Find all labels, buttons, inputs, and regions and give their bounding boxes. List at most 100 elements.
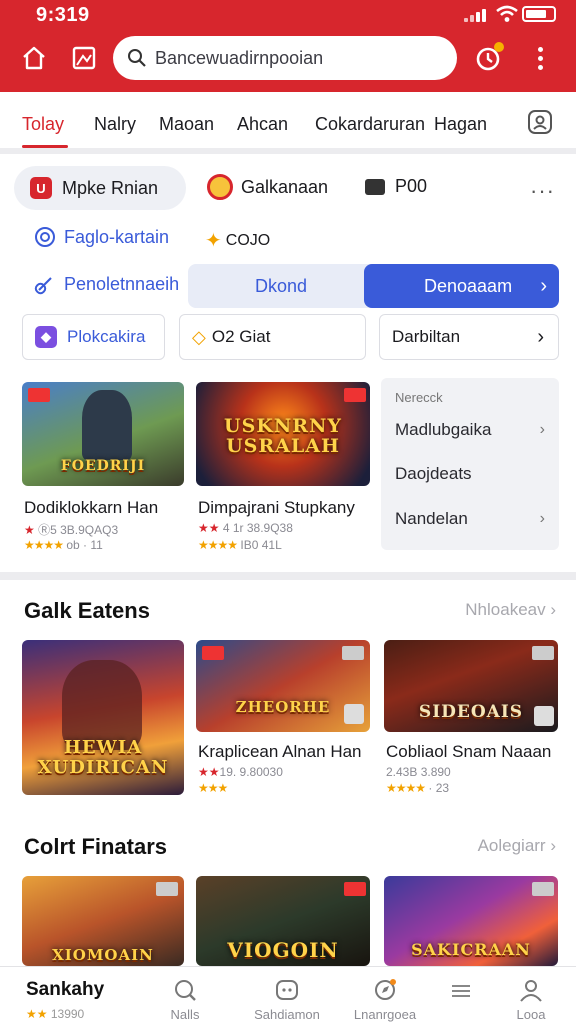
search-icon xyxy=(175,980,196,1001)
section-2-art-1: XIOMOAIN xyxy=(52,946,154,964)
quick-button-1[interactable]: ◆ Plokcakira xyxy=(22,314,165,360)
bottom-partial-rating: ★★ 13990 xyxy=(26,1007,85,1021)
coin-balance[interactable]: ✦ COJO xyxy=(205,228,270,253)
section-1-title-3[interactable]: Cobliaol Snam Naaan xyxy=(386,742,551,762)
section-1-thumb-1[interactable]: HEWIA XUDIRICAN xyxy=(22,640,184,795)
featured-thumb-2[interactable]: USKNRNY USRALAH xyxy=(196,382,370,486)
side-panel-item-1[interactable]: Madlubgaika xyxy=(395,420,491,440)
compass-icon xyxy=(375,979,396,1000)
more-menu-button[interactable] xyxy=(522,40,558,76)
home-button[interactable] xyxy=(16,40,52,76)
scan-button[interactable] xyxy=(526,108,554,141)
battery-icon xyxy=(522,6,556,22)
segment-left[interactable]: Dkond xyxy=(188,264,374,308)
quick-link-2-label: Penoletnnaeih xyxy=(64,273,180,294)
nav-item-5[interactable]: Looa xyxy=(476,967,576,1024)
section-1-thumb-3[interactable]: SIDEOAIS xyxy=(384,640,558,732)
tab-5[interactable]: Hagan xyxy=(434,114,487,135)
quick-chip-2-label: Galkanaan xyxy=(241,176,329,197)
section-2-thumb-2[interactable]: VIOGOIN xyxy=(196,876,370,966)
side-panel-item-2[interactable]: Daojdeats xyxy=(395,464,472,484)
top-bar: 9:319 Bancewuadirnpooian xyxy=(0,0,576,92)
featured-title-1[interactable]: Dodiklokkarn Han xyxy=(24,498,158,518)
featured-art-2: USKNRNY USRALAH xyxy=(224,415,342,457)
quick-link-1-label: Faglo-kartain xyxy=(64,226,170,247)
side-panel: Nerecck Madlubgaika › Daojdeats Nandelan… xyxy=(381,378,559,550)
section-1-more-link[interactable]: Nhloakeav › xyxy=(465,600,556,620)
section-2-more-label: Aolegiarr xyxy=(477,836,546,855)
bottom-nav: Sankahy ★★ 13990 Nalls Sahdiamon Lnanrgo… xyxy=(0,966,576,1024)
featured-rating-2: ★★ 4 1r 38.9Q38 xyxy=(198,521,293,535)
category-tabs: Tolay Nalry Maoan Ahcan Cokardaruran Hag… xyxy=(0,92,576,154)
app-icon: U xyxy=(30,177,52,199)
quick-more-button[interactable]: ··· xyxy=(530,178,555,204)
section-2-thumb-1[interactable]: XIOMOAIN xyxy=(22,876,184,966)
quick-button-2[interactable]: ◇ O2 Giat xyxy=(179,314,366,360)
section-2-more-link[interactable]: Aolegiarr › xyxy=(478,836,556,856)
quick-pill[interactable]: U Mpke Rnian xyxy=(14,166,186,210)
active-tab-indicator xyxy=(22,145,68,148)
section-1-more-label: Nhloakeav xyxy=(465,600,546,619)
status-time: 9:319 xyxy=(36,4,90,26)
quick-link-2[interactable]: Penoletnnaeih xyxy=(34,273,179,295)
quick-link-1[interactable]: Faglo-kartain xyxy=(34,226,169,248)
section-2-thumb-3[interactable]: SAKICRAAN xyxy=(384,876,558,966)
section-divider xyxy=(0,572,576,580)
section-1-art-2: ZHEORHE xyxy=(235,698,331,716)
chevron-right-icon: › xyxy=(539,421,545,438)
search-icon xyxy=(128,49,146,67)
home-icon xyxy=(23,46,45,70)
section-1-rating-3: 2.43B 3.890 xyxy=(386,765,451,779)
section-1-stars-2: ★★★ xyxy=(198,781,228,795)
section-1-thumb-2[interactable]: ZHEORHE xyxy=(196,640,370,732)
nav-label-1: Nalls xyxy=(170,1007,200,1022)
chevron-right-icon: › xyxy=(539,510,545,527)
section-1-rating-2: ★★19. 9.80030 xyxy=(198,765,283,779)
notifications-button[interactable] xyxy=(470,40,506,76)
puzzle-icon: ◆ xyxy=(35,326,57,348)
featured-rating-2-text: 4 1r 38.9Q38 xyxy=(222,521,293,535)
search-input[interactable]: Bancewuadirnpooian xyxy=(113,36,457,80)
lightning-icon: ◇ xyxy=(192,326,206,347)
wifi-icon xyxy=(496,5,518,22)
quick-button-1-label: Plokcakira xyxy=(67,327,146,346)
segment-right[interactable]: Denoaaam › xyxy=(364,264,559,308)
nav-item-2[interactable]: Sahdiamon xyxy=(232,967,342,1024)
section-1-stars-3: ★★★★ · 23 xyxy=(386,781,450,795)
section-1-rating-2-text: 19. 9.80030 xyxy=(219,765,283,779)
section-1-art-1: HEWIA XUDIRICAN xyxy=(37,737,169,778)
section-2-art-3: SAKICRAAN xyxy=(411,940,531,959)
notification-dot xyxy=(494,42,504,52)
chevron-right-icon: › xyxy=(537,325,544,348)
quick-chip-2[interactable]: Galkanaan xyxy=(207,174,328,200)
quick-button-3-label: Darbiltan xyxy=(392,327,461,346)
app-screen: 9:319 Bancewuadirnpooian Tolay Nalry Mao… xyxy=(0,0,576,1024)
featured-rating-1: ★ Ⓡ5 3B.9QAQ3 xyxy=(24,523,119,537)
search-placeholder: Bancewuadirnpooian xyxy=(155,47,324,68)
featured-title-2[interactable]: Dimpajrani Stupkany xyxy=(198,498,355,518)
section-1-title: Galk Eatens xyxy=(24,598,150,623)
image-icon xyxy=(72,46,96,70)
camera-icon xyxy=(365,178,385,195)
game-icon xyxy=(276,980,298,1000)
side-panel-item-3[interactable]: Nandelan xyxy=(395,509,468,529)
quick-pill-label: Mpke Rnian xyxy=(62,177,159,198)
section-1-title-2[interactable]: Kraplicean Alnan Han xyxy=(198,742,362,762)
featured-thumb-1[interactable]: FOEDRIJI xyxy=(22,382,184,486)
menu-icon xyxy=(452,985,470,997)
tab-4[interactable]: Cokardaruran xyxy=(315,114,425,135)
status-bar: 9:319 xyxy=(0,0,576,30)
tab-1[interactable]: Nalry xyxy=(94,114,136,135)
quick-chip-3[interactable]: P00 xyxy=(365,176,427,197)
image-button[interactable] xyxy=(66,40,102,76)
nav-item-1[interactable]: Nalls xyxy=(130,967,240,1024)
bottom-partial-title: Sankahy xyxy=(26,979,105,1000)
quick-button-3[interactable]: Darbiltan › xyxy=(379,314,559,360)
link-icon xyxy=(34,277,52,295)
tab-0[interactable]: Tolay xyxy=(22,114,64,135)
tab-2[interactable]: Maoan xyxy=(159,114,214,135)
nav-label-2: Sahdiamon xyxy=(254,1007,320,1022)
nav-label-5: Looa xyxy=(516,1007,546,1022)
featured-sub-1-text: ob · 11 xyxy=(66,538,103,552)
tab-3[interactable]: Ahcan xyxy=(237,114,288,135)
